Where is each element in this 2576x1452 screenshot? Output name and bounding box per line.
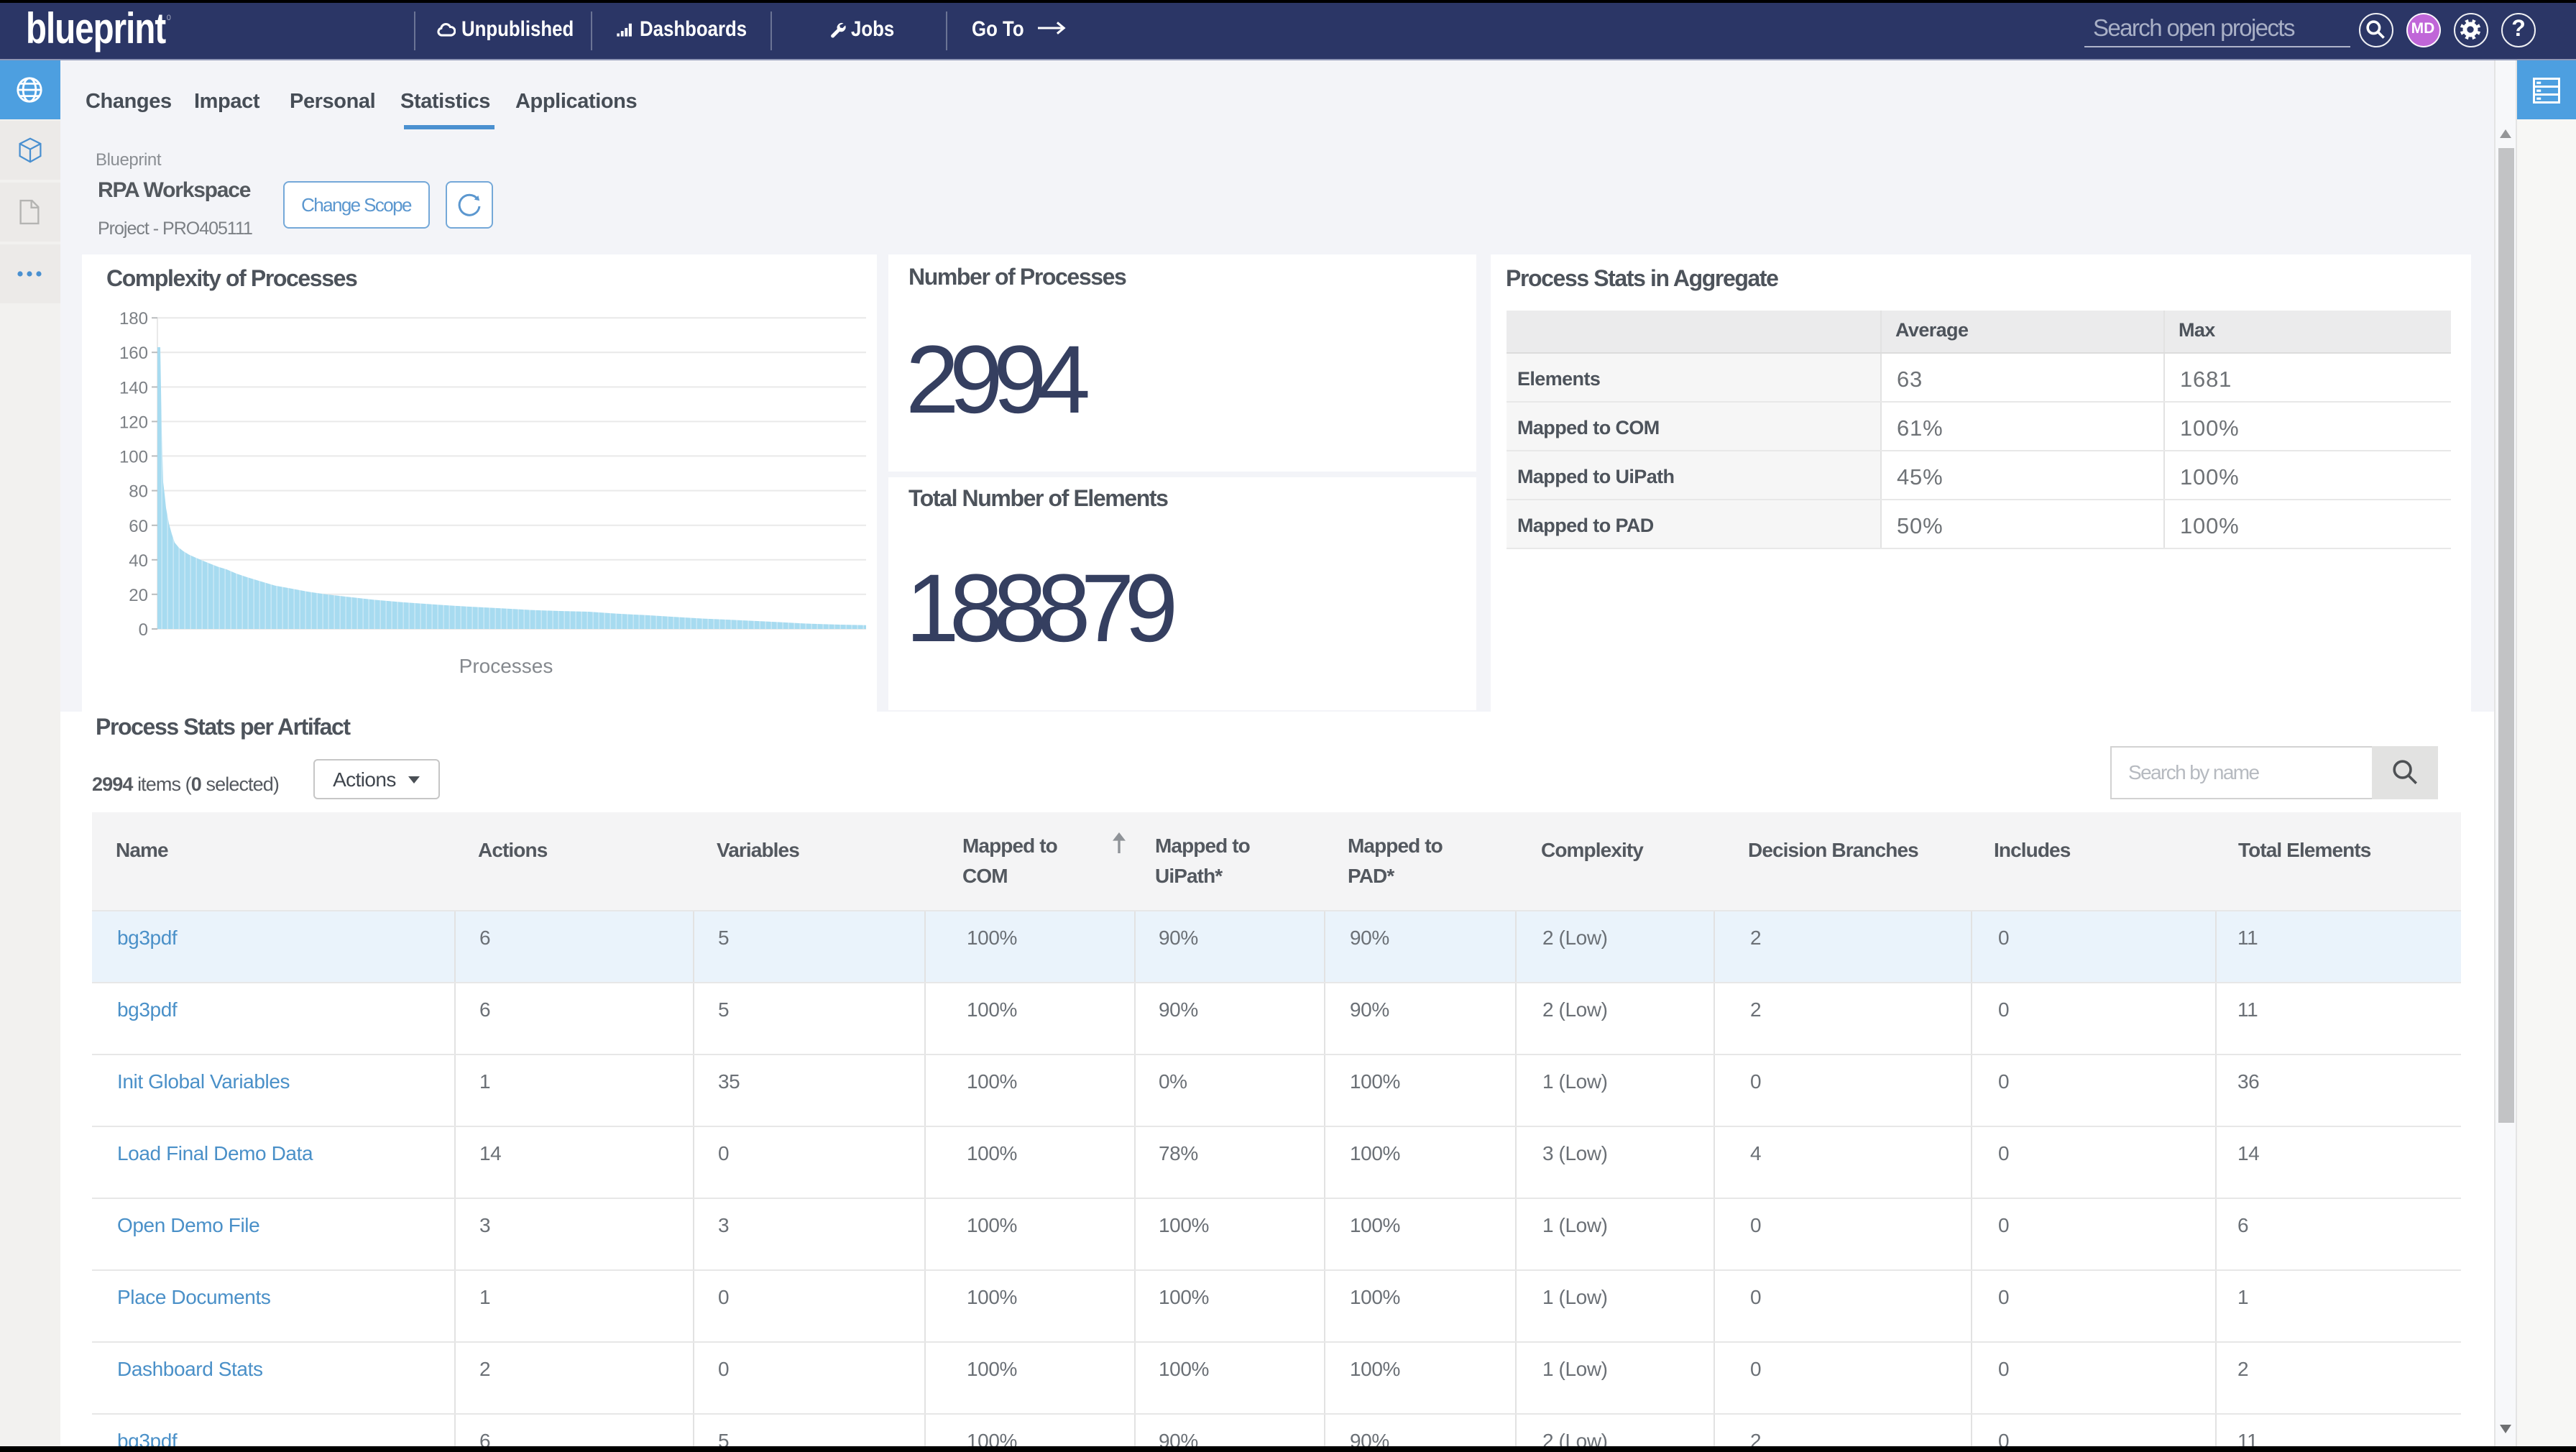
svg-text:80: 80: [128, 482, 147, 501]
svg-text:160: 160: [119, 343, 147, 362]
svg-text:180: 180: [119, 308, 147, 328]
svg-text:60: 60: [128, 516, 147, 536]
svg-text:100: 100: [119, 447, 147, 467]
svg-text:Processes: Processes: [459, 654, 553, 676]
svg-text:140: 140: [119, 377, 147, 397]
svg-text:20: 20: [128, 585, 147, 605]
svg-text:0: 0: [138, 620, 147, 639]
svg-text:120: 120: [119, 412, 147, 431]
svg-text:40: 40: [128, 551, 147, 570]
